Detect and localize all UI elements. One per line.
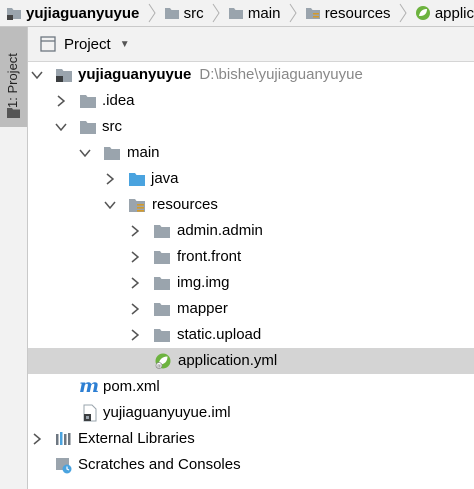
tree-item-application-yml[interactable]: @ application.yml xyxy=(28,348,474,374)
chevron-right-icon[interactable] xyxy=(103,166,117,192)
tree-item-src[interactable]: src xyxy=(28,114,474,140)
tree-item-label: .idea xyxy=(102,92,135,109)
chevron-right-icon[interactable] xyxy=(128,296,142,322)
folder-icon xyxy=(154,277,170,290)
maven-icon: m xyxy=(79,375,100,397)
breadcrumb-resources[interactable]: resources xyxy=(299,0,391,26)
chevron-down-icon[interactable]: ▼ xyxy=(120,39,130,50)
folder-icon xyxy=(164,8,179,19)
chevron-right-icon xyxy=(397,0,409,26)
breadcrumb-label: applic xyxy=(434,4,474,22)
folder-icon xyxy=(228,8,243,19)
tree-item-root[interactable]: yujiaguanyuyue D:\bishe\yujiaguanyuyue xyxy=(28,62,474,88)
tree-item-label: Scratches and Consoles xyxy=(78,456,241,473)
breadcrumb-application[interactable]: applic xyxy=(409,0,474,26)
chevron-right-icon xyxy=(145,0,157,26)
project-tree: yujiaguanyuyue D:\bishe\yujiaguanyuyue .i… xyxy=(28,62,474,489)
folder-icon xyxy=(154,329,170,342)
resources-folder-icon xyxy=(129,199,145,212)
tree-item-label: pom.xml xyxy=(103,378,160,395)
breadcrumb-label: yujiaguanyuyue xyxy=(26,4,140,22)
project-tool-tab[interactable]: 1: Project xyxy=(0,27,27,127)
breadcrumb-project[interactable]: yujiaguanyuyue xyxy=(0,0,139,26)
chevron-down-icon[interactable] xyxy=(54,114,68,140)
project-path: D:\bishe\yujiaguanyuyue xyxy=(199,66,363,83)
tree-item-img[interactable]: img.img xyxy=(28,270,474,296)
resources-folder-icon xyxy=(305,8,320,19)
source-folder-icon xyxy=(129,173,145,186)
scratches-icon xyxy=(56,458,72,474)
tree-item-label: main xyxy=(127,144,160,161)
tree-item-label: static.upload xyxy=(177,326,262,343)
breadcrumb-main[interactable]: main xyxy=(222,0,281,26)
tree-item-external-libraries[interactable]: External Libraries xyxy=(28,426,474,452)
folder-icon xyxy=(154,303,170,316)
module-file-icon xyxy=(83,404,97,422)
svg-text:@: @ xyxy=(157,363,161,368)
project-view-icon xyxy=(40,36,56,52)
tree-item-label: application.yml xyxy=(178,352,278,369)
breadcrumb-label: resources xyxy=(324,4,391,22)
chevron-right-icon[interactable] xyxy=(30,426,44,452)
module-folder-icon xyxy=(56,69,72,82)
folder-icon xyxy=(154,225,170,238)
chevron-down-icon[interactable] xyxy=(78,140,92,166)
tree-item-java[interactable]: java xyxy=(28,166,474,192)
chevron-right-icon xyxy=(210,0,222,26)
chevron-right-icon[interactable] xyxy=(54,88,68,114)
folder-icon xyxy=(7,8,21,20)
chevron-down-icon[interactable] xyxy=(30,62,44,88)
folder-icon xyxy=(104,147,120,160)
chevron-right-icon xyxy=(286,0,298,26)
chevron-down-icon[interactable] xyxy=(103,192,117,218)
tree-item-label: resources xyxy=(152,196,218,213)
tree-item-label: admin.admin xyxy=(177,222,263,239)
tree-item-admin[interactable]: admin.admin xyxy=(28,218,474,244)
folder-icon xyxy=(80,95,96,108)
tree-item-main[interactable]: main xyxy=(28,140,474,166)
tree-item-label: src xyxy=(102,118,122,135)
tree-item-idea[interactable]: .idea xyxy=(28,88,474,114)
folder-icon xyxy=(7,108,20,118)
spring-icon xyxy=(415,6,430,20)
tree-item-resources[interactable]: resources xyxy=(28,192,474,218)
chevron-right-icon[interactable] xyxy=(128,270,142,296)
tree-item-label: External Libraries xyxy=(78,430,195,447)
breadcrumb-src[interactable]: src xyxy=(158,0,204,26)
chevron-right-icon[interactable] xyxy=(128,244,142,270)
folder-icon xyxy=(154,251,170,264)
navigation-bar: yujiaguanyuyue src main resources applic xyxy=(0,0,474,27)
tree-item-label: front.front xyxy=(177,248,242,265)
chevron-right-icon[interactable] xyxy=(128,218,142,244)
tree-item-label: mapper xyxy=(177,300,228,317)
breadcrumb-label: src xyxy=(183,4,204,22)
tree-item-label: yujiaguanyuyue.iml xyxy=(103,404,231,421)
panel-title[interactable]: Project xyxy=(64,36,111,53)
folder-icon xyxy=(80,121,96,134)
chevron-right-icon[interactable] xyxy=(128,322,142,348)
tool-window-strip: 1: Project xyxy=(0,27,28,489)
tree-item-scratches[interactable]: Scratches and Consoles xyxy=(28,452,474,478)
tree-item-label: yujiaguanyuyue xyxy=(78,66,192,83)
tree-item-label: java xyxy=(151,170,179,187)
tree-item-mapper[interactable]: mapper xyxy=(28,296,474,322)
tree-item-pom[interactable]: m pom.xml xyxy=(28,374,474,400)
tree-item-front[interactable]: front.front xyxy=(28,244,474,270)
project-panel-header: Project ▼ xyxy=(28,27,474,62)
breadcrumb-label: main xyxy=(247,4,281,22)
tree-item-iml[interactable]: yujiaguanyuyue.iml xyxy=(28,400,474,426)
tree-item-static[interactable]: static.upload xyxy=(28,322,474,348)
tree-item-label: img.img xyxy=(177,274,230,291)
libraries-icon xyxy=(56,432,71,445)
spring-icon: @ xyxy=(155,353,171,369)
